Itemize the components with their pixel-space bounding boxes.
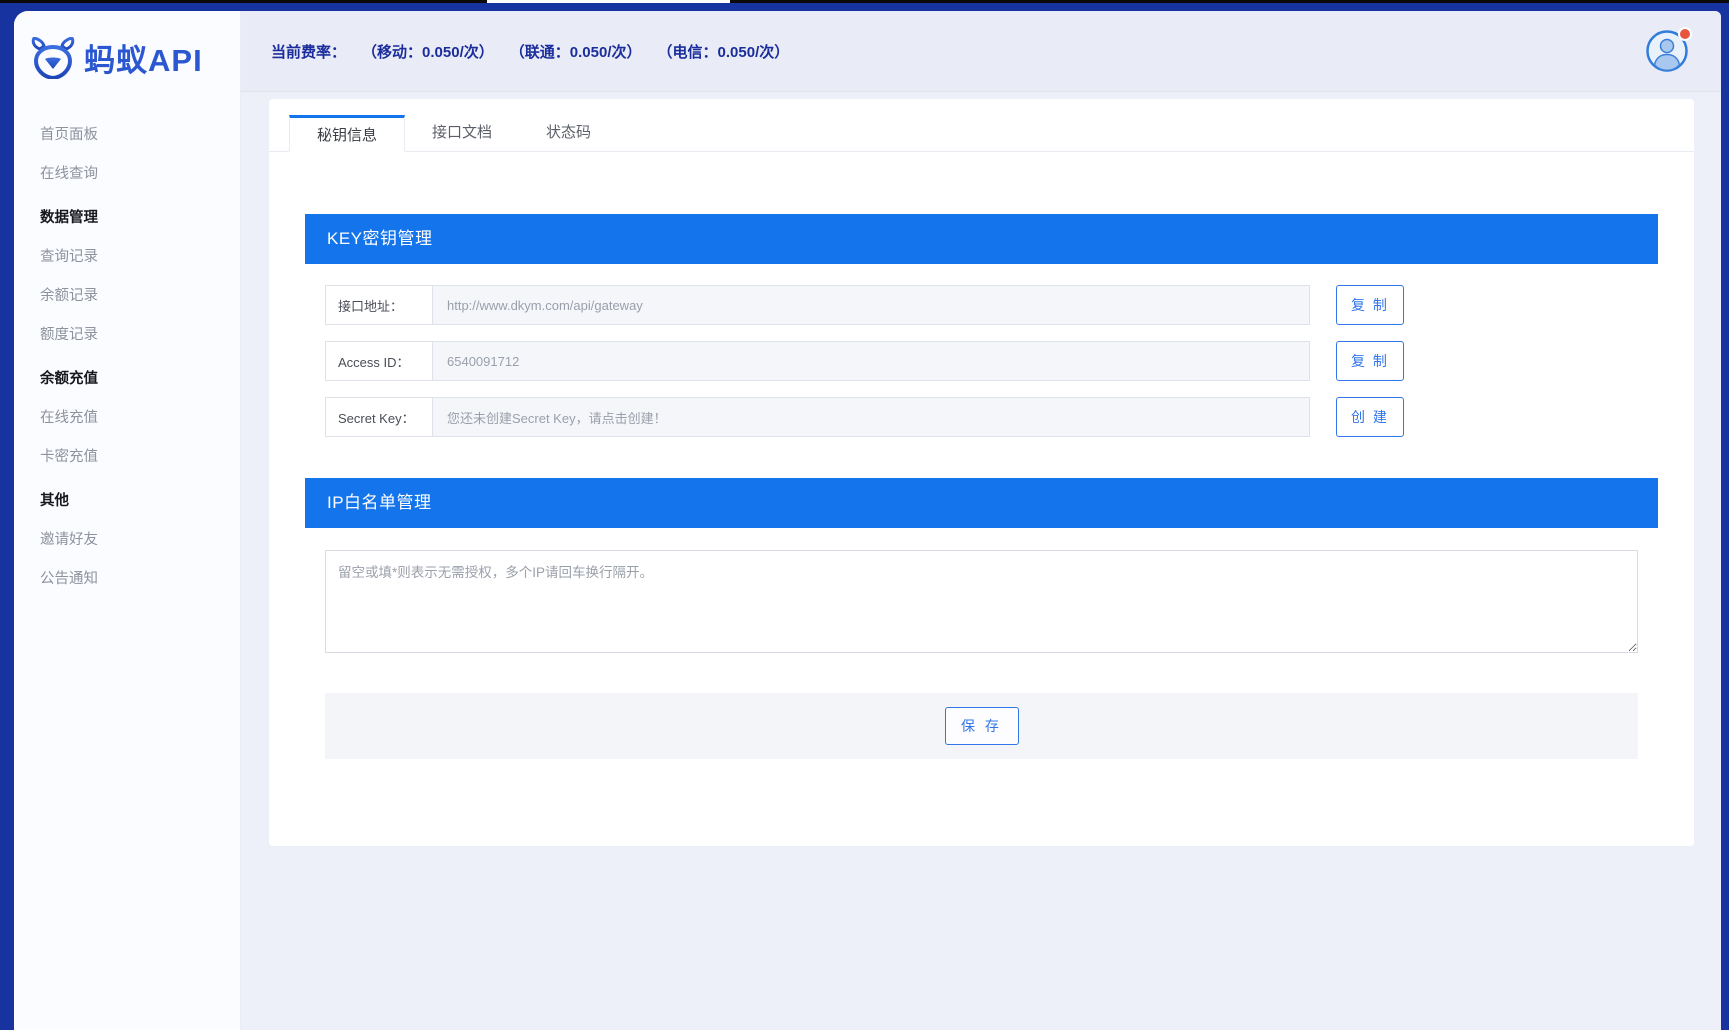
app-window: 蚂蚁API 首页面板 在线查询 数据管理 查询记录 余额记录 额度记录 余额充值…	[0, 0, 1729, 1030]
secret-key-input[interactable]	[433, 398, 1309, 436]
api-address-row: 接口地址： 复 制	[325, 285, 1658, 325]
key-section-title: KEY密钥管理	[305, 214, 1658, 264]
window-frame-left	[0, 3, 14, 1030]
window-top-edge	[0, 0, 1729, 3]
current-rates: 当前费率： （移动：0.050/次） （联通：0.050/次） （电信：0.05…	[271, 41, 789, 62]
secret-key-field: Secret Key：	[325, 397, 1310, 437]
red-notification-dot	[1678, 27, 1692, 41]
topbar: 当前费率： （移动：0.050/次） （联通：0.050/次） （电信：0.05…	[241, 11, 1721, 92]
access-id-row: Access ID： 复 制	[325, 341, 1658, 381]
content-card: 秘钥信息 接口文档 状态码 KEY密钥管理	[269, 99, 1694, 846]
secret-key-row: Secret Key： 创 建	[325, 397, 1658, 437]
ant-logo-icon	[30, 37, 76, 79]
ip-section-title: IP白名单管理	[305, 478, 1658, 528]
access-id-field: Access ID：	[325, 341, 1310, 381]
api-address-label: 接口地址：	[326, 286, 433, 324]
rate-mobile: （移动：0.050/次）	[362, 41, 494, 62]
sidebar-section-other: 其他	[14, 482, 240, 521]
api-address-input[interactable]	[433, 286, 1309, 324]
rate-unicom: （联通：0.050/次）	[510, 41, 642, 62]
sidebar-item-invite-friends[interactable]: 邀请好友	[14, 521, 240, 560]
sidebar-item-balance-records[interactable]: 余额记录	[14, 277, 240, 316]
window-frame-right	[1721, 3, 1729, 1030]
main-area: 当前费率： （移动：0.050/次） （联通：0.050/次） （电信：0.05…	[241, 11, 1721, 1030]
app-logo-text: 蚂蚁API	[84, 35, 203, 80]
app-logo[interactable]: 蚂蚁API	[14, 11, 240, 80]
api-address-field: 接口地址：	[325, 285, 1310, 325]
content-area: 秘钥信息 接口文档 状态码 KEY密钥管理	[241, 92, 1721, 1030]
sidebar-item-quota-records[interactable]: 额度记录	[14, 316, 240, 355]
copy-access-id-button[interactable]: 复 制	[1336, 341, 1404, 381]
ip-whitelist-section: IP白名单管理 保 存	[305, 478, 1658, 759]
sidebar-item-query-records[interactable]: 查询记录	[14, 238, 240, 277]
ip-whitelist-textarea[interactable]	[325, 550, 1638, 653]
user-avatar[interactable]	[1645, 29, 1689, 73]
secret-key-label: Secret Key：	[326, 398, 433, 436]
access-id-input[interactable]	[433, 342, 1309, 380]
create-secret-key-button[interactable]: 创 建	[1336, 397, 1404, 437]
tab-bar: 秘钥信息 接口文档 状态码	[269, 99, 1694, 152]
sidebar-section-balance-recharge: 余额充值	[14, 360, 240, 399]
sidebar-item-announcements[interactable]: 公告通知	[14, 560, 240, 599]
sidebar-section-data-management: 数据管理	[14, 199, 240, 238]
tab-key-info[interactable]: 秘钥信息	[289, 115, 405, 152]
window-top-edge-gap	[487, 0, 730, 3]
rate-telecom: （电信：0.050/次）	[658, 41, 790, 62]
sidebar-item-online-query[interactable]: 在线查询	[14, 155, 240, 194]
save-button[interactable]: 保 存	[945, 707, 1019, 745]
sidebar-menu: 首页面板 在线查询 数据管理 查询记录 余额记录 额度记录 余额充值 在线充值 …	[14, 116, 240, 599]
rates-label: 当前费率：	[271, 41, 346, 62]
tab-panel-key-info: KEY密钥管理 接口地址： 复 制	[269, 152, 1694, 759]
sidebar: 蚂蚁API 首页面板 在线查询 数据管理 查询记录 余额记录 额度记录 余额充值…	[14, 11, 241, 1030]
save-band: 保 存	[325, 693, 1638, 759]
access-id-label: Access ID：	[326, 342, 433, 380]
sidebar-item-online-recharge[interactable]: 在线充值	[14, 399, 240, 438]
tab-api-docs[interactable]: 接口文档	[405, 115, 519, 152]
copy-api-address-button[interactable]: 复 制	[1336, 285, 1404, 325]
sidebar-item-home-panel[interactable]: 首页面板	[14, 116, 240, 155]
key-management-section: KEY密钥管理 接口地址： 复 制	[305, 214, 1658, 458]
tab-status-codes[interactable]: 状态码	[519, 115, 618, 152]
sidebar-item-card-recharge[interactable]: 卡密充值	[14, 438, 240, 477]
